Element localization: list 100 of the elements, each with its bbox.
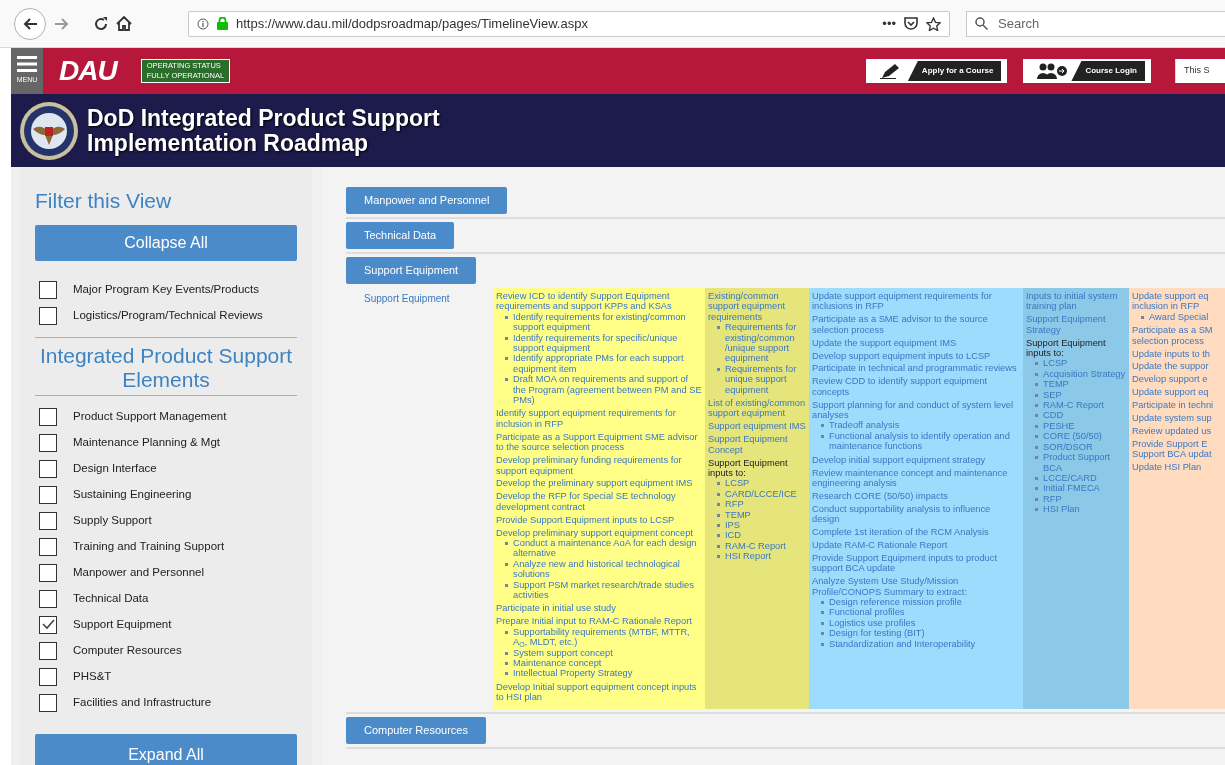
checkbox-label[interactable]: Sustaining Engineering: [73, 485, 192, 504]
section-tab[interactable]: Computer Resources: [346, 717, 486, 745]
checkbox[interactable]: [39, 485, 57, 504]
roadmap-link[interactable]: SOR/DSOR: [1043, 441, 1093, 453]
roadmap-link[interactable]: HSI Report: [725, 551, 771, 562]
roadmap-link[interactable]: Conduct supportability analysis to influence design: [812, 503, 1020, 525]
course-button[interactable]: Course Login: [1023, 59, 1151, 83]
roadmap-link[interactable]: Review ICD to identify Support Equipment requirements and support KPPs and KSAs: [496, 291, 702, 312]
checkbox[interactable]: [39, 537, 57, 556]
section-tab[interactable]: Support Equipment: [346, 257, 477, 284]
roadmap-link[interactable]: RFP: [1043, 493, 1062, 505]
roadmap-link[interactable]: Participate in technical and programmatic reviews: [812, 363, 1020, 374]
roadmap-link[interactable]: CORE (50/50): [1043, 431, 1102, 442]
roadmap-link[interactable]: Develop Initial support equipment concept inputs to HSI plan: [496, 681, 702, 703]
roadmap-link[interactable]: Review CDD to identify support equipment concepts: [812, 376, 1020, 398]
checkbox-label[interactable]: Supply Support: [73, 511, 152, 530]
section-tab[interactable]: Technical Data: [346, 222, 455, 249]
checkbox-label[interactable]: Facilities and Infrastructure: [73, 693, 212, 712]
roadmap-link[interactable]: Support planning for and conduct of system level analyses: [812, 399, 1020, 421]
roadmap-link[interactable]: Update inputs to th: [1132, 348, 1222, 359]
roadmap-link[interactable]: Design reference mission profile: [829, 597, 962, 608]
checkbox-label[interactable]: Manpower and Personnel: [73, 563, 205, 582]
roadmap-link[interactable]: Participate as a Support Equipment SME advisor to the source selection process: [496, 431, 702, 453]
roadmap-link[interactable]: SEP: [1043, 389, 1062, 401]
roadmap-link[interactable]: TEMP: [1043, 379, 1069, 390]
roadmap-link[interactable]: Requirements for unique support equipment: [725, 363, 806, 396]
roadmap-link[interactable]: Product Support BCA: [1043, 452, 1126, 473]
section-tab[interactable]: Manpower and Personnel: [346, 187, 508, 214]
roadmap-link[interactable]: Inputs to initial system training plan: [1026, 291, 1126, 312]
roadmap-link[interactable]: Maintenance concept: [513, 657, 602, 669]
roadmap-link[interactable]: Identify appropriate PMs for each support equipment item: [513, 353, 702, 375]
roadmap-link[interactable]: Draft MOA on requirements and support of the Program (agreement between PM and SE PMs): [513, 374, 702, 406]
checkbox[interactable]: [39, 641, 57, 660]
roadmap-link[interactable]: LCCE/CARD: [1043, 472, 1097, 484]
roadmap-link[interactable]: Support Equipment Strategy: [1026, 314, 1126, 336]
checkbox[interactable]: [39, 615, 57, 634]
reload-icon[interactable]: [94, 16, 108, 31]
checkbox-label[interactable]: Computer Resources: [73, 641, 182, 660]
roadmap-link[interactable]: Identify support equipment requirements for inclusion in RFP: [496, 408, 702, 430]
roadmap-link[interactable]: Existing/common support equipment requirements: [708, 291, 806, 323]
roadmap-link[interactable]: Design for testing (BIT): [829, 628, 925, 639]
checkbox-label[interactable]: Technical Data: [73, 589, 149, 608]
roadmap-link[interactable]: Update support eq: [1132, 387, 1222, 398]
roadmap-link[interactable]: Participate as a SME advisor to the source selection process: [812, 314, 1020, 336]
roadmap-link[interactable]: CARD/LCCE/ICE: [725, 488, 797, 500]
roadmap-link[interactable]: Analyze new and historical technological solutions: [513, 558, 702, 580]
roadmap-link[interactable]: RAM-C Report: [1043, 400, 1104, 411]
expand-all-button[interactable]: Expand All: [35, 733, 297, 765]
roadmap-link[interactable]: Participate in techni: [1132, 400, 1222, 411]
site-logo[interactable]: DAU: [59, 57, 117, 85]
roadmap-link[interactable]: Develop initial support equipment strategy: [812, 454, 1020, 466]
checkbox[interactable]: [39, 407, 57, 426]
checkbox-label[interactable]: Major Program Key Events/Products: [73, 280, 259, 299]
star-icon[interactable]: [926, 16, 941, 31]
checkbox-label[interactable]: Design Interface: [73, 459, 157, 478]
home-icon[interactable]: [116, 16, 132, 31]
checkbox-label[interactable]: Maintenance Planning & Mgt: [73, 433, 221, 452]
checkbox[interactable]: [39, 563, 57, 582]
roadmap-link[interactable]: Research CORE (50/50) impacts: [812, 490, 1020, 502]
roadmap-link[interactable]: Update RAM-C Rationale Report: [812, 540, 1020, 551]
roadmap-link[interactable]: LCSP: [1043, 358, 1068, 369]
roadmap-link[interactable]: Participate in initial use study: [496, 603, 702, 614]
roadmap-link[interactable]: Update system sup: [1132, 413, 1222, 424]
roadmap-link[interactable]: Update the support equipment IMS: [812, 337, 1020, 349]
roadmap-link[interactable]: IPS: [725, 520, 740, 531]
roadmap-link[interactable]: Participate as a SM selection process: [1132, 325, 1222, 347]
course-button[interactable]: Apply for a Course: [865, 59, 1008, 83]
checkbox[interactable]: [39, 459, 57, 478]
checkbox[interactable]: [39, 693, 57, 712]
roadmap-link[interactable]: Review updated us: [1132, 425, 1222, 437]
roadmap-link[interactable]: Develop preliminary support equipment concept: [496, 527, 702, 538]
checkbox-label[interactable]: Training and Training Support: [73, 537, 225, 556]
roadmap-link[interactable]: ICD: [725, 530, 741, 541]
roadmap-link[interactable]: Logistics use profiles: [829, 617, 916, 629]
roadmap-link[interactable]: Develop the RFP for Special SE technology development contract: [496, 491, 702, 513]
roadmap-link[interactable]: Develop support equipment inputs to LCSP: [812, 350, 1020, 361]
checkbox-label[interactable]: PHS&T: [73, 667, 112, 686]
more-icon[interactable]: •••: [882, 13, 896, 34]
roadmap-link[interactable]: TEMP: [725, 509, 751, 521]
roadmap-link[interactable]: Update support eq inclusion in RFP: [1132, 291, 1222, 312]
checkbox[interactable]: [39, 433, 57, 452]
roadmap-link[interactable]: Functional analysis to identify operation and maintenance functions: [829, 430, 1020, 452]
back-button[interactable]: [14, 7, 46, 40]
roadmap-link[interactable]: Prepare Initial input to RAM-C Rationale Report: [496, 616, 702, 627]
checkbox-label[interactable]: Logistics/Program/Technical Reviews: [73, 306, 263, 325]
collapse-all-button[interactable]: Collapse All: [35, 224, 297, 261]
info-icon[interactable]: [197, 17, 209, 30]
checkbox[interactable]: [39, 280, 57, 299]
roadmap-link[interactable]: RFP: [725, 499, 744, 510]
roadmap-link[interactable]: Tradeoff analysis: [829, 420, 900, 431]
checkbox[interactable]: [39, 589, 57, 608]
row-label[interactable]: Support Equipment: [346, 288, 493, 710]
search-input[interactable]: Search: [996, 12, 1217, 35]
roadmap-link[interactable]: Update HSI Plan: [1132, 462, 1222, 473]
roadmap-link[interactable]: Initial FMECA: [1043, 483, 1100, 494]
checkbox-label[interactable]: Support Equipment: [73, 615, 172, 634]
roadmap-link[interactable]: Support PSM market research/trade studies activities: [513, 579, 702, 601]
roadmap-link[interactable]: Functional profiles: [829, 607, 905, 618]
roadmap-link[interactable]: Support Equipment Concept: [708, 434, 806, 456]
roadmap-link[interactable]: Provide Support E Support BCA updat: [1132, 438, 1222, 460]
